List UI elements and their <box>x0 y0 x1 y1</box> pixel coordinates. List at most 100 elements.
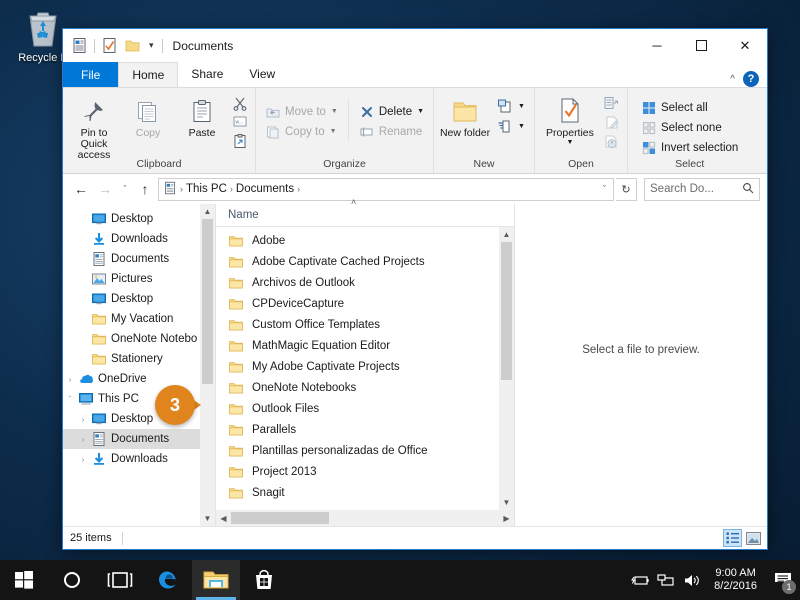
select-none-button[interactable]: Select none <box>637 118 742 137</box>
expander-icon[interactable]: › <box>76 455 90 464</box>
tab-file[interactable]: File <box>63 62 119 87</box>
edit-icon[interactable] <box>602 113 622 131</box>
cortana-button[interactable] <box>48 560 96 600</box>
documents-icon[interactable] <box>71 37 88 54</box>
file-explorer-button[interactable] <box>192 560 240 600</box>
expander-icon[interactable]: ˇ <box>63 395 77 404</box>
breadcrumb-item-documents[interactable]: Documents <box>236 183 294 195</box>
easy-access-button[interactable]: ▼ <box>493 117 529 136</box>
maximize-button[interactable] <box>679 29 723 62</box>
edge-button[interactable] <box>144 560 192 600</box>
breadcrumb-separator[interactable]: › <box>230 184 233 194</box>
start-button[interactable] <box>0 560 48 600</box>
scroll-down-icon[interactable]: ▼ <box>204 511 212 526</box>
column-header-name[interactable]: Name ˄ <box>216 197 514 227</box>
expander-icon[interactable]: › <box>76 415 90 424</box>
store-button[interactable] <box>240 560 288 600</box>
file-list-horizontal-scrollbar[interactable]: ◀ ▶ <box>216 510 514 526</box>
sidebar-item-onenote-notebo[interactable]: OneNote Notebo <box>63 329 215 349</box>
breadcrumb-separator[interactable]: › <box>180 184 183 194</box>
sidebar-item-pictures[interactable]: Pictures <box>63 269 215 289</box>
large-icons-view-button[interactable] <box>744 529 763 547</box>
recent-locations-button[interactable]: ˇ <box>118 178 132 200</box>
close-button[interactable]: ✕ <box>723 29 767 62</box>
scroll-down-icon[interactable]: ▼ <box>499 495 514 510</box>
scrollbar-thumb[interactable] <box>501 242 512 380</box>
history-icon[interactable] <box>602 132 622 150</box>
battery-icon[interactable] <box>627 560 653 600</box>
file-list-item[interactable]: OneNote Notebooks <box>216 377 514 398</box>
chevron-down-icon[interactable]: ▼ <box>331 108 338 115</box>
file-list-item[interactable]: Parallels <box>216 419 514 440</box>
taskbar-clock[interactable]: 9:00 AM 8/2/2016 <box>705 567 766 593</box>
cut-icon[interactable] <box>230 94 250 112</box>
file-list-item[interactable]: Outlook Files <box>216 398 514 419</box>
file-list-item[interactable]: Project 2013 <box>216 461 514 482</box>
help-icon[interactable]: ? <box>743 71 759 87</box>
paste-shortcut-icon[interactable] <box>230 132 250 150</box>
move-to-button[interactable]: Move to ▼ <box>261 102 342 121</box>
sidebar-item-documents[interactable]: › Documents <box>63 429 215 449</box>
details-view-button[interactable] <box>723 529 742 547</box>
sidebar-item-desktop[interactable]: Desktop <box>63 289 215 309</box>
network-icon[interactable] <box>653 560 679 600</box>
breadcrumb-item-this-pc[interactable]: This PC <box>186 183 227 195</box>
sidebar-item-my-vacation[interactable]: My Vacation <box>63 309 215 329</box>
chevron-down-icon[interactable]: ▼ <box>518 123 525 130</box>
properties-button[interactable]: Properties ▼ <box>540 91 600 146</box>
invert-selection-button[interactable]: Invert selection <box>637 138 742 157</box>
scroll-right-icon[interactable]: ▶ <box>499 514 514 523</box>
folder-icon[interactable] <box>124 37 141 54</box>
copy-path-icon[interactable]: w... <box>230 113 250 131</box>
forward-button[interactable]: → <box>94 178 116 200</box>
chevron-down-icon[interactable]: ▼ <box>417 108 424 115</box>
up-button[interactable]: ↑ <box>134 178 156 200</box>
tab-home[interactable]: Home <box>118 62 179 87</box>
sidebar-item-documents[interactable]: Documents <box>63 249 215 269</box>
scroll-up-icon[interactable]: ▲ <box>204 204 212 219</box>
properties-icon[interactable] <box>101 37 118 54</box>
tab-share[interactable]: Share <box>178 62 236 87</box>
volume-icon[interactable] <box>679 560 705 600</box>
copy-to-button[interactable]: Copy to ▼ <box>261 122 342 141</box>
sidebar-item-desktop[interactable]: Desktop <box>63 209 215 229</box>
chevron-down-icon[interactable]: ▼ <box>567 139 574 146</box>
scrollbar-thumb-horizontal[interactable] <box>231 512 329 524</box>
navigation-scrollbar[interactable]: ▲ ▼ <box>200 204 215 526</box>
new-folder-button[interactable]: New folder <box>439 91 491 139</box>
file-list-scrollbar[interactable]: ▲ ▼ <box>499 227 514 510</box>
file-list-item[interactable]: Adobe Captivate Cached Projects <box>216 251 514 272</box>
file-list-item[interactable]: CPDeviceCapture <box>216 293 514 314</box>
select-all-button[interactable]: Select all <box>637 98 742 117</box>
minimize-button[interactable]: ─ <box>635 29 679 62</box>
expander-icon[interactable]: › <box>63 375 77 384</box>
copy-button[interactable]: Copy <box>122 91 174 139</box>
open-icon[interactable] <box>602 94 622 112</box>
scrollbar-thumb[interactable] <box>202 219 213 384</box>
file-list-item[interactable]: My Adobe Captivate Projects <box>216 356 514 377</box>
action-center-button[interactable]: 1 <box>766 560 800 600</box>
sidebar-item-stationery[interactable]: Stationery <box>63 349 215 369</box>
pin-to-quick-access-button[interactable]: Pin to Quick access <box>68 91 120 161</box>
search-input[interactable]: Search Do... <box>644 177 760 201</box>
refresh-button[interactable]: ↻ <box>616 177 637 201</box>
delete-button[interactable]: Delete ▼ <box>355 102 428 121</box>
new-item-button[interactable]: ▼ <box>493 97 529 116</box>
tab-view[interactable]: View <box>236 62 288 87</box>
breadcrumb-dropdown-icon[interactable]: ˇ <box>603 184 609 194</box>
rename-button[interactable]: Rename <box>355 122 428 141</box>
task-view-button[interactable] <box>96 560 144 600</box>
sidebar-item-downloads[interactable]: › Downloads <box>63 449 215 469</box>
file-list-item[interactable]: MathMagic Equation Editor <box>216 335 514 356</box>
chevron-down-icon[interactable]: ▼ <box>330 128 337 135</box>
scroll-left-icon[interactable]: ◀ <box>216 514 231 523</box>
chevron-down-icon[interactable]: ▼ <box>518 103 525 110</box>
file-list-item[interactable]: Plantillas personalizadas de Office <box>216 440 514 461</box>
collapse-ribbon-icon[interactable]: ^ <box>730 74 735 85</box>
file-list-item[interactable]: Adobe <box>216 230 514 251</box>
back-button[interactable]: ← <box>70 178 92 200</box>
chevron-down-icon[interactable]: ▾ <box>147 40 156 51</box>
sidebar-item-downloads[interactable]: Downloads <box>63 229 215 249</box>
scroll-up-icon[interactable]: ▲ <box>499 227 514 242</box>
file-list-item[interactable]: Custom Office Templates <box>216 314 514 335</box>
